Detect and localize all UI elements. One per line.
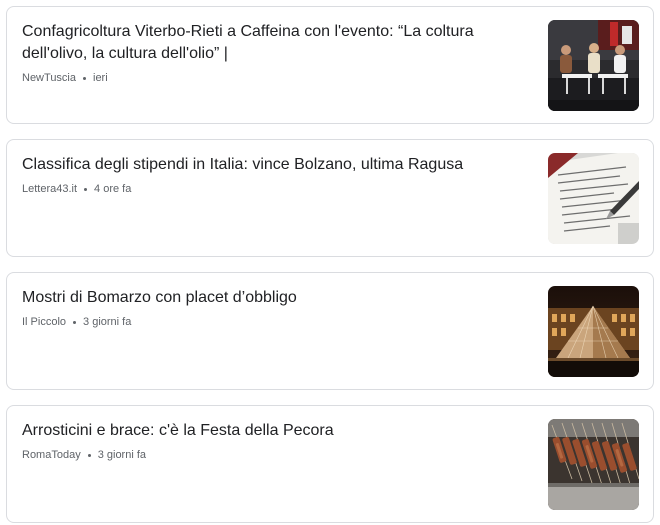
news-thumbnail[interactable] bbox=[548, 419, 639, 510]
news-thumbnail[interactable] bbox=[548, 20, 639, 111]
document-and-pen-photo bbox=[548, 153, 639, 244]
news-headline[interactable]: Arrosticini e brace: c'è la Festa della … bbox=[22, 420, 522, 442]
separator-dot-icon bbox=[87, 453, 91, 457]
news-headline[interactable]: Classifica degli stipendi in Italia: vin… bbox=[22, 154, 522, 176]
news-card[interactable]: Classifica degli stipendi in Italia: vin… bbox=[6, 139, 654, 257]
news-meta: Il Piccolo 3 giorni fa bbox=[22, 315, 522, 329]
news-thumbnail[interactable] bbox=[548, 153, 639, 244]
news-time: 4 ore fa bbox=[94, 183, 132, 195]
separator-dot-icon bbox=[84, 187, 88, 191]
news-card-text: Confagricoltura Viterbo-Rieti a Caffeina… bbox=[22, 21, 522, 85]
news-card[interactable]: Arrosticini e brace: c'è la Festa della … bbox=[6, 405, 654, 523]
news-card-text: Mostri di Bomarzo con placet d’obbligo I… bbox=[22, 287, 522, 329]
news-time: ieri bbox=[93, 72, 108, 84]
news-meta: Lettera43.it 4 ore fa bbox=[22, 182, 522, 196]
separator-dot-icon bbox=[73, 320, 77, 324]
news-feed: Confagricoltura Viterbo-Rieti a Caffeina… bbox=[0, 0, 660, 525]
arrosticini-grill-photo bbox=[548, 419, 639, 510]
news-source: NewTuscia bbox=[22, 72, 76, 84]
news-card-text: Arrosticini e brace: c'è la Festa della … bbox=[22, 420, 522, 462]
news-card[interactable]: Confagricoltura Viterbo-Rieti a Caffeina… bbox=[6, 6, 654, 124]
news-time: 3 giorni fa bbox=[83, 316, 132, 328]
news-thumbnail[interactable] bbox=[548, 286, 639, 377]
news-source: RomaToday bbox=[22, 449, 81, 461]
news-time: 3 giorni fa bbox=[97, 449, 147, 461]
conference-panel-photo bbox=[548, 20, 639, 111]
news-card-text: Classifica degli stipendi in Italia: vin… bbox=[22, 154, 522, 196]
news-source: Il Piccolo bbox=[22, 316, 67, 328]
news-meta: RomaToday 3 giorni fa bbox=[22, 448, 522, 462]
news-meta: NewTuscia ieri bbox=[22, 71, 522, 85]
louvre-pyramid-night-photo bbox=[548, 286, 639, 377]
news-headline[interactable]: Confagricoltura Viterbo-Rieti a Caffeina… bbox=[22, 21, 522, 65]
news-headline[interactable]: Mostri di Bomarzo con placet d’obbligo bbox=[22, 287, 522, 309]
news-card[interactable]: Mostri di Bomarzo con placet d’obbligo I… bbox=[6, 272, 654, 390]
news-source: Lettera43.it bbox=[22, 183, 78, 195]
separator-dot-icon bbox=[83, 76, 86, 80]
